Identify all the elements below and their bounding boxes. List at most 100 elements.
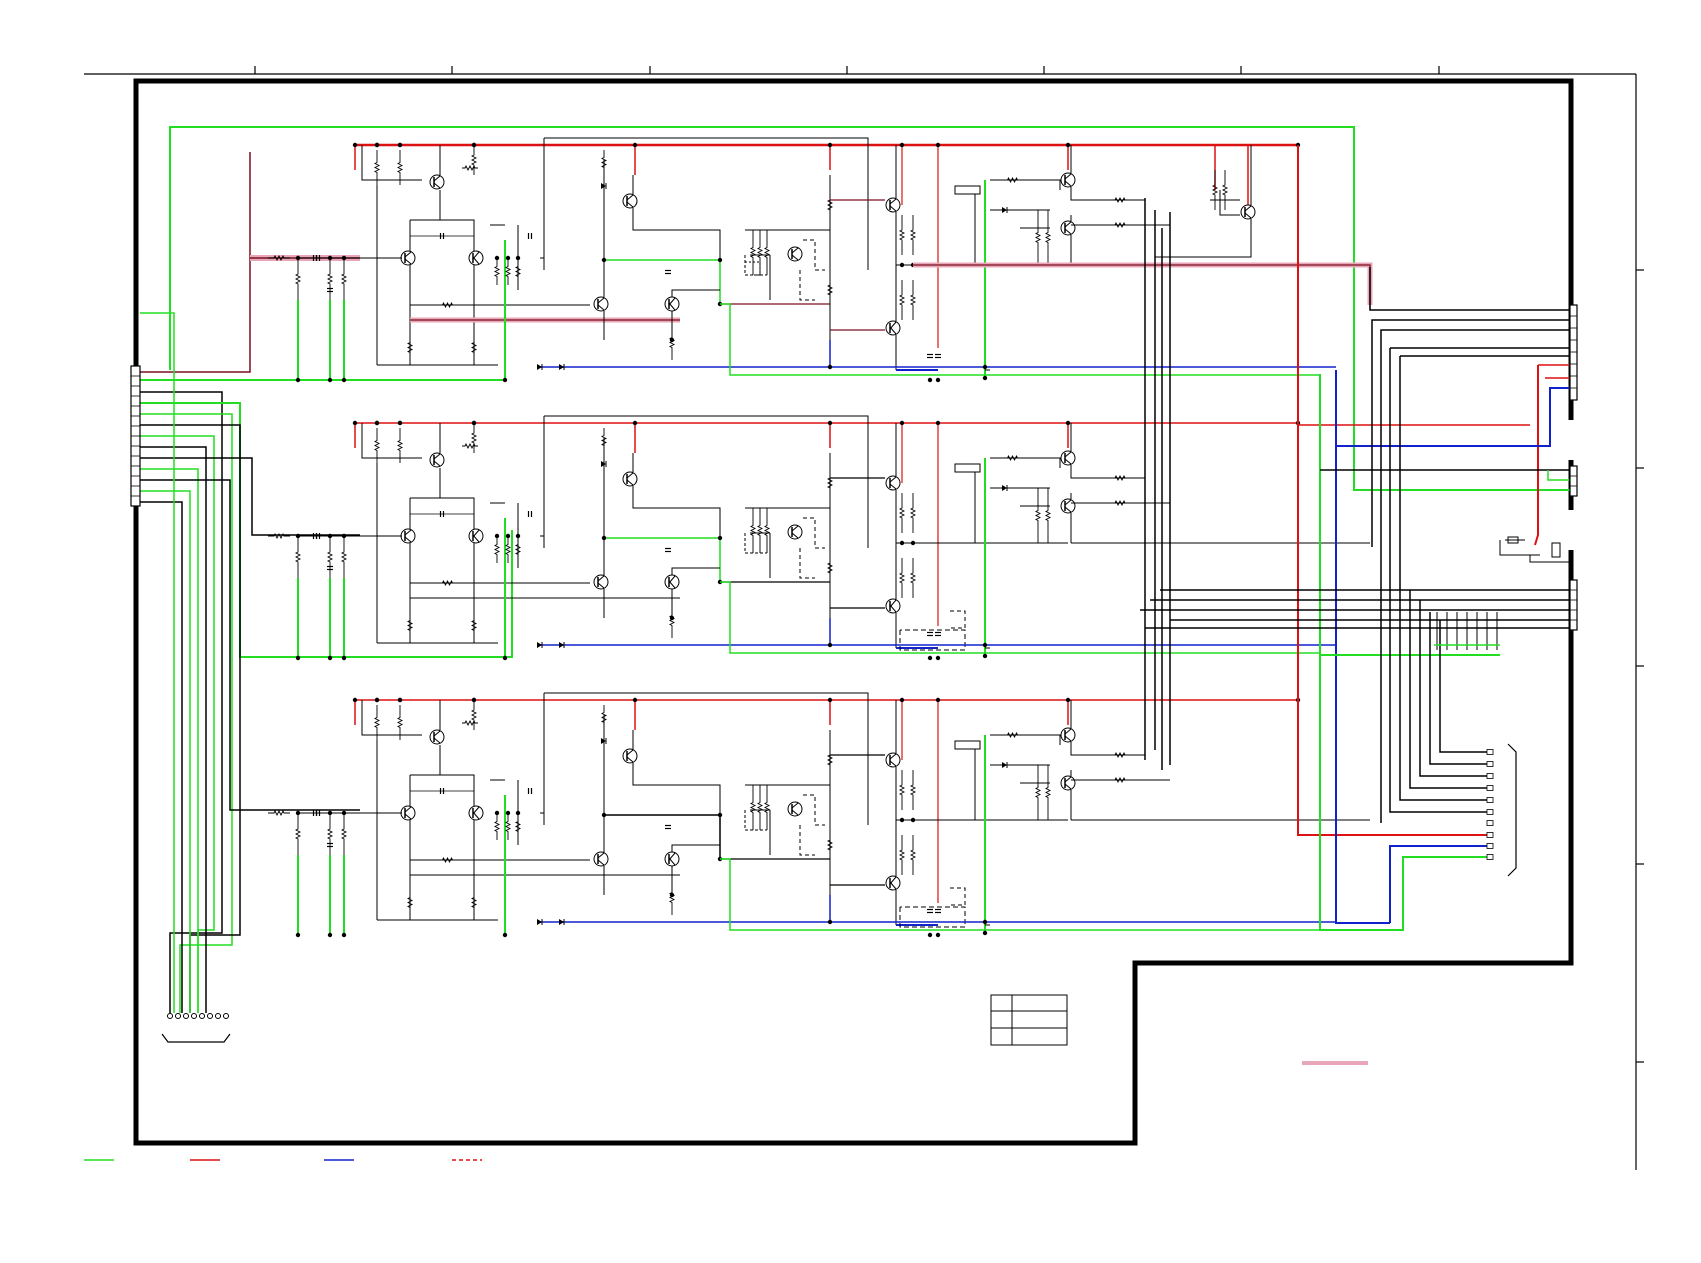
- transistor-icon: [664, 296, 680, 312]
- resistor-icon: [909, 215, 917, 255]
- junction-dot: [397, 420, 403, 426]
- resistor-icon: [1034, 765, 1042, 820]
- resistor-icon: [1034, 210, 1042, 265]
- output-terminal: [1486, 797, 1494, 803]
- capacitor-icon: [927, 631, 933, 637]
- junction-dot: [632, 420, 638, 426]
- transistor-icon: [1060, 498, 1076, 514]
- junction-dot: [1065, 697, 1071, 703]
- junction-dot: [935, 142, 941, 148]
- transistor-icon: [400, 528, 416, 544]
- junction-dot: [295, 377, 301, 383]
- junction-dot: [505, 810, 511, 816]
- transistor-icon: [787, 801, 803, 817]
- top-ruler: [84, 66, 1636, 75]
- junction-dot: [927, 655, 933, 661]
- transistor-icon: [1060, 220, 1076, 236]
- resistor-icon: [462, 719, 478, 727]
- output-terminal: [1486, 785, 1494, 791]
- resistor-icon: [749, 508, 757, 553]
- junction-dot: [374, 142, 380, 148]
- resistor-icon: [898, 558, 906, 598]
- transistor-icon: [1060, 775, 1076, 791]
- junction-dot: [327, 377, 333, 383]
- resistor-icon: [504, 536, 512, 563]
- channel-1: [268, 137, 1373, 383]
- bus-resistor-network: [1434, 612, 1500, 650]
- junction-dot: [295, 932, 301, 938]
- junction-dot: [601, 812, 607, 818]
- capacitor-icon: [927, 908, 933, 914]
- junction-dot: [935, 420, 941, 426]
- transistor-icon: [1060, 450, 1076, 466]
- resistor-icon: [294, 536, 302, 578]
- output-terminal: [1486, 854, 1494, 860]
- resistor-icon: [909, 280, 917, 320]
- junction-dot: [327, 810, 333, 816]
- resistor-icon: [326, 536, 334, 578]
- transistor-icon: [622, 471, 638, 487]
- trimmer-block: [1499, 536, 1570, 563]
- diode-icon: [537, 364, 543, 370]
- resistor-icon: [268, 809, 290, 817]
- diode-icon: [537, 642, 543, 648]
- junction-dot: [669, 615, 675, 621]
- resistor-icon: [763, 785, 771, 830]
- resistor-icon: [749, 785, 757, 830]
- junction-dot: [601, 535, 607, 541]
- resistor-icon: [470, 423, 478, 453]
- resistor-icon: [898, 215, 906, 255]
- junction-dot: [327, 533, 333, 539]
- transistor-icon: [468, 250, 484, 266]
- resistor-icon: [340, 813, 348, 855]
- junction-dot: [935, 932, 941, 938]
- resistor-icon: [898, 493, 906, 533]
- junction-dot: [341, 377, 347, 383]
- capacitor-icon: [935, 908, 941, 914]
- junction-dot: [352, 142, 358, 148]
- junction-dot: [397, 142, 403, 148]
- junction-dot: [295, 655, 301, 661]
- junction-dot: [374, 420, 380, 426]
- junction-dot: [471, 697, 477, 703]
- ground-loop-top: [169, 126, 1570, 491]
- junction-dot: [295, 810, 301, 816]
- capacitor-icon: [665, 269, 671, 275]
- junction-dot: [502, 932, 508, 938]
- junction-dot: [935, 655, 941, 661]
- transistor-icon: [622, 193, 638, 209]
- resistor-icon: [909, 558, 917, 598]
- junction-dot: [899, 142, 905, 148]
- resistor-icon: [909, 493, 917, 533]
- junction-dot: [471, 420, 477, 426]
- junction-dot: [1065, 142, 1071, 148]
- terminal-bracket: [1507, 743, 1517, 877]
- junction-dot: [827, 642, 833, 648]
- junction-dot: [982, 653, 988, 659]
- transistor-icon: [593, 574, 609, 590]
- transistor-icon: [429, 174, 445, 190]
- output-connector-top: [1569, 304, 1578, 401]
- junction-dot: [327, 655, 333, 661]
- transistor-icon: [622, 748, 638, 764]
- output-connector-mid: [1569, 465, 1578, 497]
- junction-dot: [827, 697, 833, 703]
- resistor-icon: [909, 835, 917, 875]
- title-block: [990, 994, 1068, 1046]
- diode-icon: [537, 919, 543, 925]
- transistor-icon: [593, 851, 609, 867]
- resistor-icon: [668, 325, 676, 360]
- resistor-icon: [462, 442, 478, 450]
- junction-dot: [827, 919, 833, 925]
- diode-icon: [559, 642, 565, 648]
- resistor-icon: [493, 536, 501, 563]
- capacitor-icon: [665, 547, 671, 553]
- junction-dot: [397, 697, 403, 703]
- transistor-icon: [1060, 727, 1076, 743]
- resistor-icon: [909, 770, 917, 810]
- output-terminal: [1486, 749, 1494, 755]
- junction-dot: [341, 533, 347, 539]
- junction-dot: [601, 257, 607, 263]
- transistor-icon: [885, 752, 901, 768]
- resistor-icon: [756, 508, 764, 553]
